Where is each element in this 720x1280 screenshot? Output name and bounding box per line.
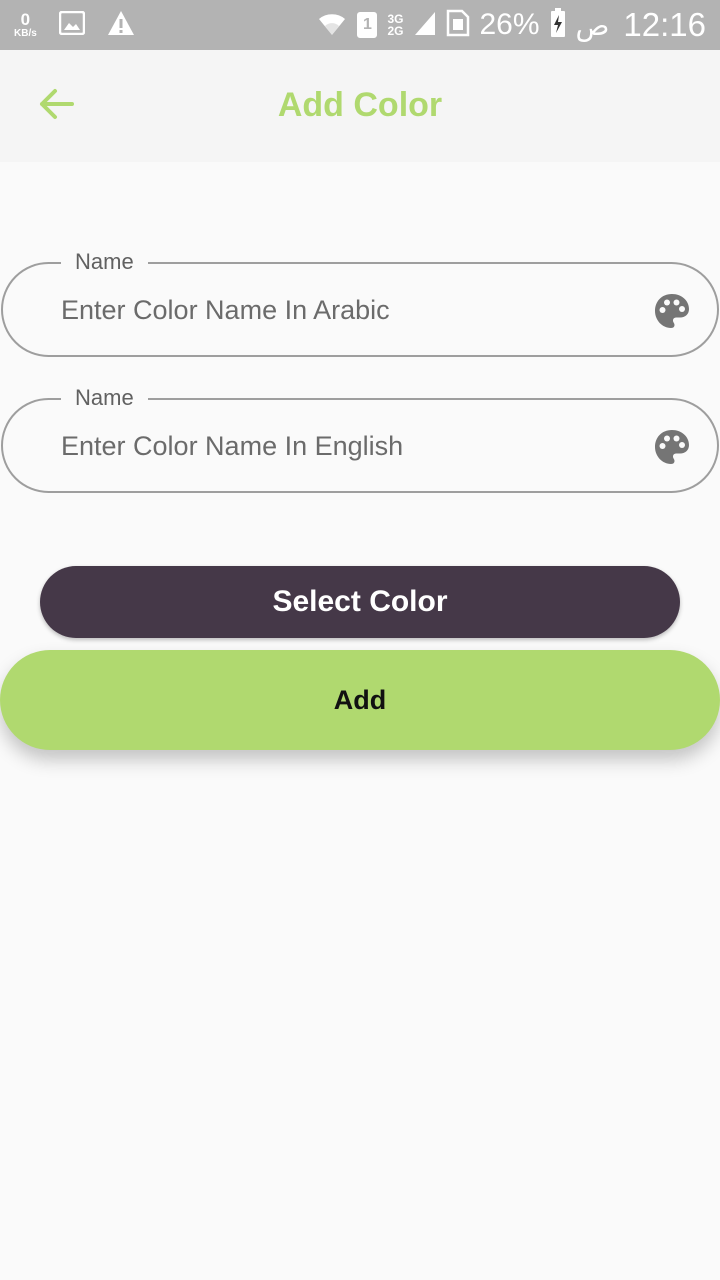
page-title: Add Color	[277, 86, 443, 124]
palette-icon[interactable]	[653, 428, 691, 466]
network-type: 3G 2G	[387, 13, 403, 37]
warning-icon	[107, 10, 135, 41]
network-speed-unit: KB/s	[14, 28, 37, 39]
gallery-icon	[58, 10, 86, 40]
palette-icon[interactable]	[653, 292, 691, 330]
battery-charging-icon	[550, 7, 566, 43]
status-right: 1 3G 2G 26% ص 12:16	[317, 0, 706, 50]
select-color-button[interactable]: Select Color	[40, 566, 680, 638]
ampm-indicator: ص	[575, 9, 610, 41]
color-name-arabic-input[interactable]	[61, 290, 621, 330]
color-name-english-field: Name	[1, 384, 719, 493]
color-name-english-input[interactable]	[61, 426, 621, 466]
status-bar: 0 KB/s 1 3G 2G 26% ص 12:16	[0, 0, 720, 50]
wifi-icon	[317, 9, 347, 42]
app-bar: Add Color	[0, 50, 720, 162]
sim-slot-indicator: 1	[357, 12, 378, 38]
network-type-2g: 2G	[387, 24, 404, 38]
clock: 12:16	[623, 6, 706, 43]
field-label: Name	[61, 384, 148, 412]
network-speed-value: 0	[20, 10, 31, 29]
status-left: 0 KB/s	[14, 8, 135, 42]
battery-percent: 26%	[479, 8, 540, 41]
add-button[interactable]: Add	[0, 650, 720, 750]
signal-icon	[414, 10, 436, 41]
sim-card-icon	[446, 9, 470, 42]
color-name-arabic-field: Name	[1, 248, 719, 357]
field-label: Name	[61, 248, 148, 276]
network-speed: 0 KB/s	[14, 11, 37, 39]
